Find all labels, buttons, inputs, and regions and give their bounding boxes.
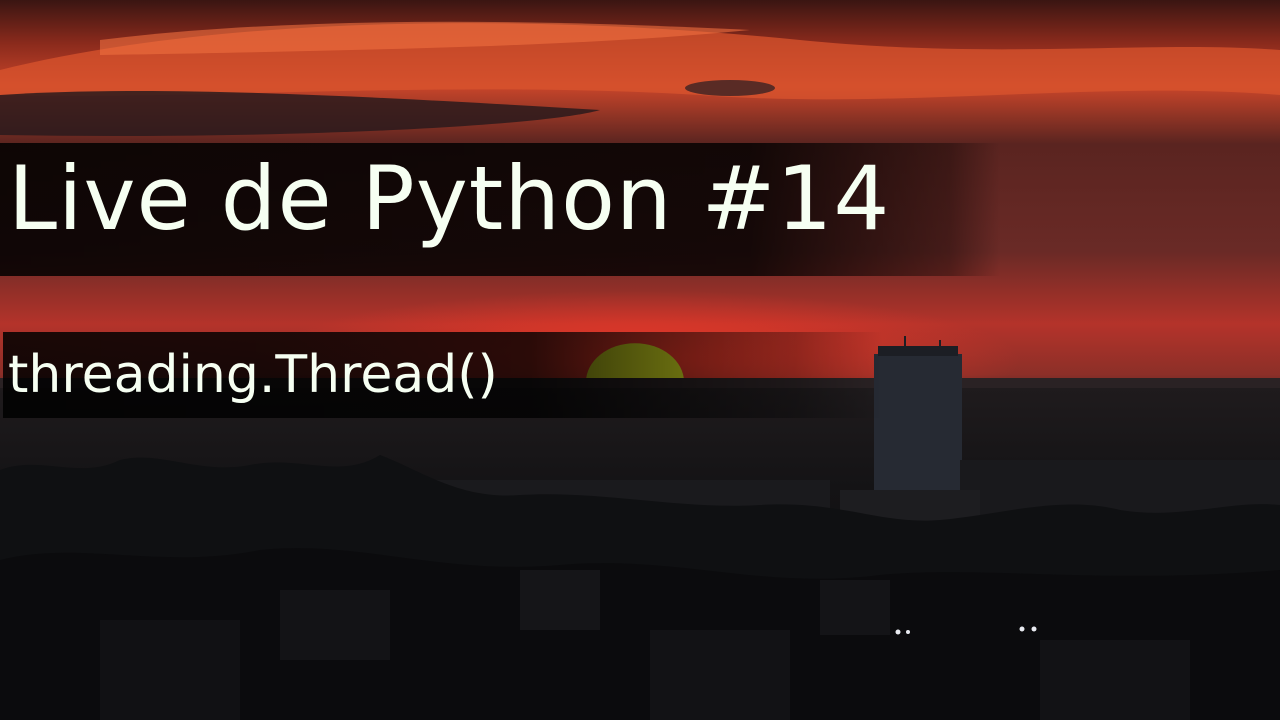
video-subtitle: threading.Thread(): [8, 345, 498, 405]
house: [280, 590, 390, 660]
house: [1040, 640, 1190, 720]
house: [520, 570, 600, 630]
house: [100, 620, 240, 720]
video-title: Live de Python #14: [8, 147, 891, 250]
dark-cloud: [685, 80, 775, 96]
street-light: [1031, 626, 1037, 632]
house: [650, 630, 790, 720]
street-light: [895, 629, 901, 635]
street-light: [1019, 626, 1025, 632]
house: [820, 580, 890, 635]
tower-roof: [878, 346, 958, 356]
street-light: [906, 630, 910, 634]
